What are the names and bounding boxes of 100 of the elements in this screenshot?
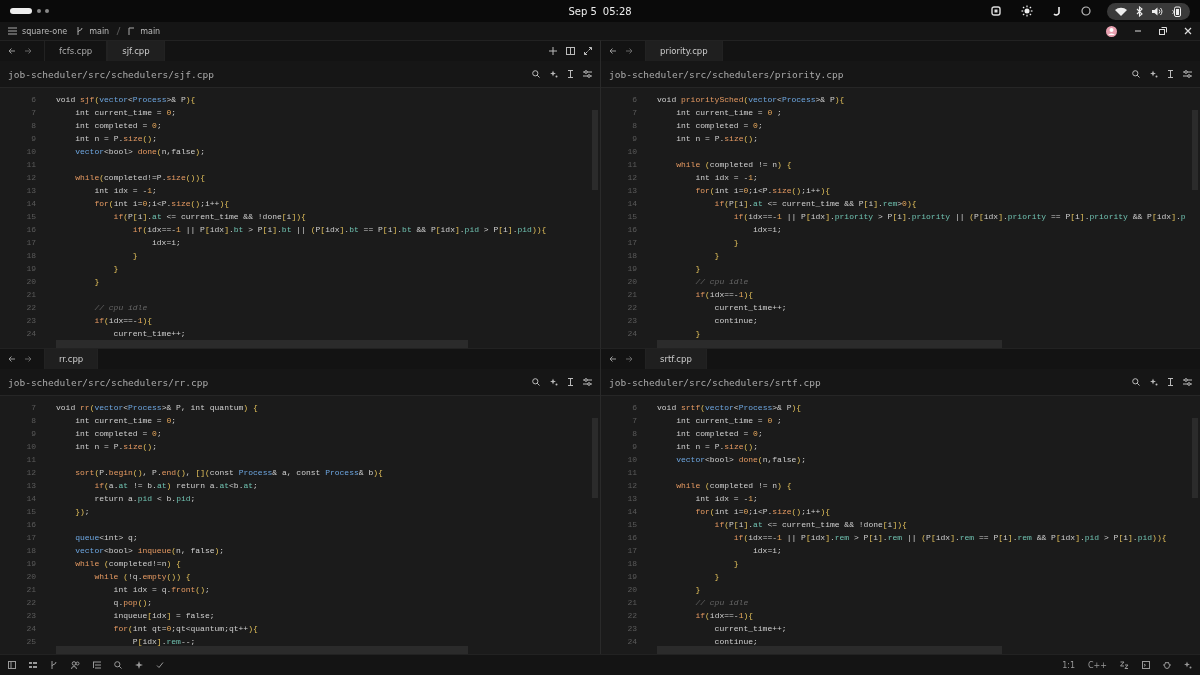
minimize-icon[interactable]: [1134, 27, 1142, 35]
scrollbar[interactable]: [56, 340, 468, 348]
circle-icon[interactable]: [1081, 6, 1091, 16]
code-line: }: [713, 250, 720, 262]
code-line: // cpu idle: [93, 302, 148, 314]
code-line: }: [93, 276, 100, 288]
text-cursor-icon[interactable]: [568, 378, 573, 386]
workspaces-icon[interactable]: [10, 7, 52, 15]
code-line: if(P[i].at <= current_time && !done[i]){: [112, 211, 306, 223]
split-icon[interactable]: [566, 47, 575, 55]
sparkle-icon[interactable]: [135, 661, 143, 669]
search-icon[interactable]: [114, 661, 122, 669]
text-cursor-icon[interactable]: [1168, 70, 1173, 78]
line-number: 12: [626, 480, 637, 492]
close-icon[interactable]: [1184, 27, 1192, 35]
code-line: }: [112, 263, 119, 275]
code-line: continue;: [713, 315, 758, 327]
expand-icon[interactable]: [584, 47, 592, 55]
zzz-icon[interactable]: [1120, 661, 1129, 669]
file-tab[interactable]: srtf.cpp: [645, 349, 707, 369]
people-icon[interactable]: [71, 661, 80, 669]
back-arrow-icon[interactable]: [609, 47, 617, 55]
code-line: vector<bool> done(n,false);: [675, 454, 806, 466]
back-arrow-icon[interactable]: [8, 355, 16, 363]
code-line: q.pop();: [112, 597, 153, 609]
code-line: if(idx==-1){: [93, 315, 153, 327]
back-arrow-icon[interactable]: [609, 355, 617, 363]
search-icon[interactable]: [532, 70, 540, 78]
worktree-name[interactable]: main: [140, 26, 161, 36]
code-line: int completed = 0;: [675, 428, 763, 440]
branch-name[interactable]: main: [89, 26, 110, 36]
code-line: int completed = 0;: [675, 120, 763, 132]
code-line: if(idx==-1 || P[idx].rem > P[i].rem || (P[idx].rem == P[i].rem && P[idx].pid > P[i].pid)){: [732, 532, 1167, 544]
panel-icon[interactable]: [8, 661, 16, 669]
sliders-icon[interactable]: [1183, 378, 1192, 386]
code-line: inqueue[idx] = false;: [112, 610, 215, 622]
forward-arrow-icon[interactable]: [24, 47, 32, 55]
code-line: for(int i=0;i<P.size();i++){: [93, 198, 230, 210]
code-line: }: [694, 263, 701, 275]
terminal-icon[interactable]: [1142, 661, 1150, 669]
code-line: for(int qt=0;qt<quantum;qt++){: [112, 623, 258, 635]
search-icon[interactable]: [1132, 378, 1140, 386]
check-icon[interactable]: [156, 661, 164, 669]
code-line: if(idx==-1 || P[idx].priority > P[i].priority || (P[idx].priority == P[i].priority && P[idx].p: [732, 211, 1186, 223]
file-tab[interactable]: rr.cpp: [44, 349, 99, 369]
sliders-icon[interactable]: [583, 378, 592, 386]
list-icon[interactable]: [93, 661, 101, 669]
file-path: job-scheduler/src/schedulers/srtf.cpp: [609, 376, 821, 388]
menu-icon[interactable]: [8, 27, 17, 35]
scrollbar[interactable]: [657, 340, 1002, 348]
cursor-position[interactable]: 1:1: [1062, 660, 1075, 670]
plus-icon[interactable]: [549, 47, 557, 55]
code-line: if(a.at != b.at) return a.at<b.at;: [93, 480, 258, 492]
avatar-icon[interactable]: [1106, 25, 1117, 37]
line-number: 12: [626, 172, 637, 184]
code-line: while (completed!=n) {: [74, 558, 181, 570]
forward-arrow-icon[interactable]: [625, 47, 633, 55]
branch-icon[interactable]: [50, 661, 58, 669]
file-path: job-scheduler/src/schedulers/priority.cpp: [609, 68, 844, 80]
language-indicator[interactable]: C++: [1088, 660, 1107, 670]
forward-arrow-icon[interactable]: [625, 355, 633, 363]
code-line: while(completed!=P.size()){: [74, 172, 205, 184]
hook-icon[interactable]: [1053, 5, 1061, 17]
sliders-icon[interactable]: [1183, 70, 1192, 78]
restore-icon[interactable]: [1159, 27, 1167, 35]
bluetooth-icon: [1136, 5, 1143, 17]
sliders-icon[interactable]: [583, 70, 592, 78]
forward-arrow-icon[interactable]: [24, 355, 32, 363]
sparkle-icon[interactable]: [550, 378, 558, 386]
sparkle-icon[interactable]: [1150, 70, 1158, 78]
code-line: idx=i;: [151, 237, 181, 249]
code-line: int current_time = 0 ;: [675, 415, 782, 427]
worktree-icon: [127, 27, 136, 35]
code-line: int current_time = 0;: [74, 415, 177, 427]
file-tab[interactable]: sjf.cpp: [107, 41, 165, 61]
code-line: continue;: [713, 636, 758, 648]
code-line: }: [732, 558, 739, 570]
code-line: if(idx==-1){: [694, 610, 754, 622]
code-line: void srtf(vector<Process>& P){: [657, 402, 802, 414]
back-arrow-icon[interactable]: [8, 47, 16, 55]
search-icon[interactable]: [1132, 70, 1140, 78]
status-pill[interactable]: [1107, 2, 1190, 20]
line-number: 22: [626, 610, 637, 622]
code-line: idx=i;: [752, 224, 782, 236]
text-cursor-icon[interactable]: [568, 70, 573, 78]
file-tab[interactable]: priority.cpp: [645, 41, 723, 61]
code-line: idx=i;: [752, 545, 782, 557]
code-line: if(P[i].at <= current_time && !done[i]){: [713, 519, 907, 531]
sparkle-icon[interactable]: [1184, 661, 1192, 669]
code-line: int completed = 0;: [74, 120, 162, 132]
code-line: queue<int> q;: [74, 532, 138, 544]
app-icon[interactable]: [991, 6, 1001, 16]
project-name[interactable]: square-one: [22, 26, 68, 36]
branch-icon: [76, 27, 85, 35]
line-number: 12: [25, 467, 36, 479]
text-cursor-icon[interactable]: [1168, 378, 1173, 386]
sparkle-icon[interactable]: [550, 70, 558, 78]
sun-icon[interactable]: [1021, 5, 1033, 17]
search-icon[interactable]: [532, 378, 540, 386]
sparkle-icon[interactable]: [1150, 378, 1158, 386]
